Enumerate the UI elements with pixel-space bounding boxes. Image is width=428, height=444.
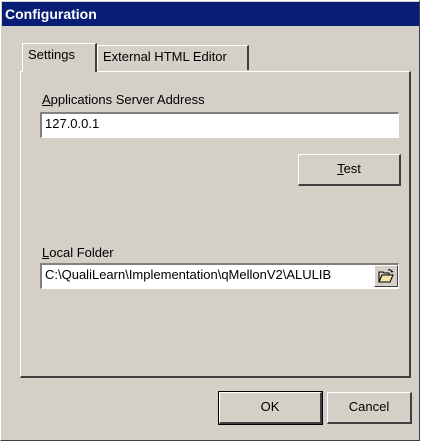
test-button[interactable]: Test	[298, 154, 401, 186]
configuration-dialog: Configuration Settings External HTML Edi…	[0, 0, 420, 441]
cancel-button[interactable]: Cancel	[327, 392, 412, 424]
window-title: Configuration	[2, 2, 419, 26]
test-button-text: est	[343, 161, 361, 176]
server-address-label: Applications Server Address	[42, 92, 205, 107]
local-folder-input[interactable]: C:\QualiLearn\Implementation\qMellonV2\A…	[40, 263, 399, 289]
browse-folder-button[interactable]	[374, 265, 398, 287]
open-folder-icon	[378, 269, 394, 283]
server-address-input[interactable]: 127.0.0.1	[40, 112, 399, 138]
local-folder-label: Local Folder	[42, 245, 114, 260]
settings-panel: Applications Server Address 127.0.0.1 Te…	[20, 71, 411, 378]
tab-external-html-editor[interactable]: External HTML Editor	[97, 45, 249, 70]
server-address-label-text: pplications Server Address	[50, 92, 205, 107]
tab-settings-label: Settings	[28, 47, 75, 62]
local-folder-label-text: ocal Folder	[49, 245, 114, 260]
tab-settings[interactable]: Settings	[22, 43, 97, 72]
tab-external-html-editor-label: External HTML Editor	[103, 49, 227, 64]
server-address-label-mnemonic: A	[42, 92, 51, 107]
ok-button[interactable]: OK	[218, 391, 323, 425]
local-folder-value: C:\QualiLearn\Implementation\qMellonV2\A…	[45, 267, 332, 282]
